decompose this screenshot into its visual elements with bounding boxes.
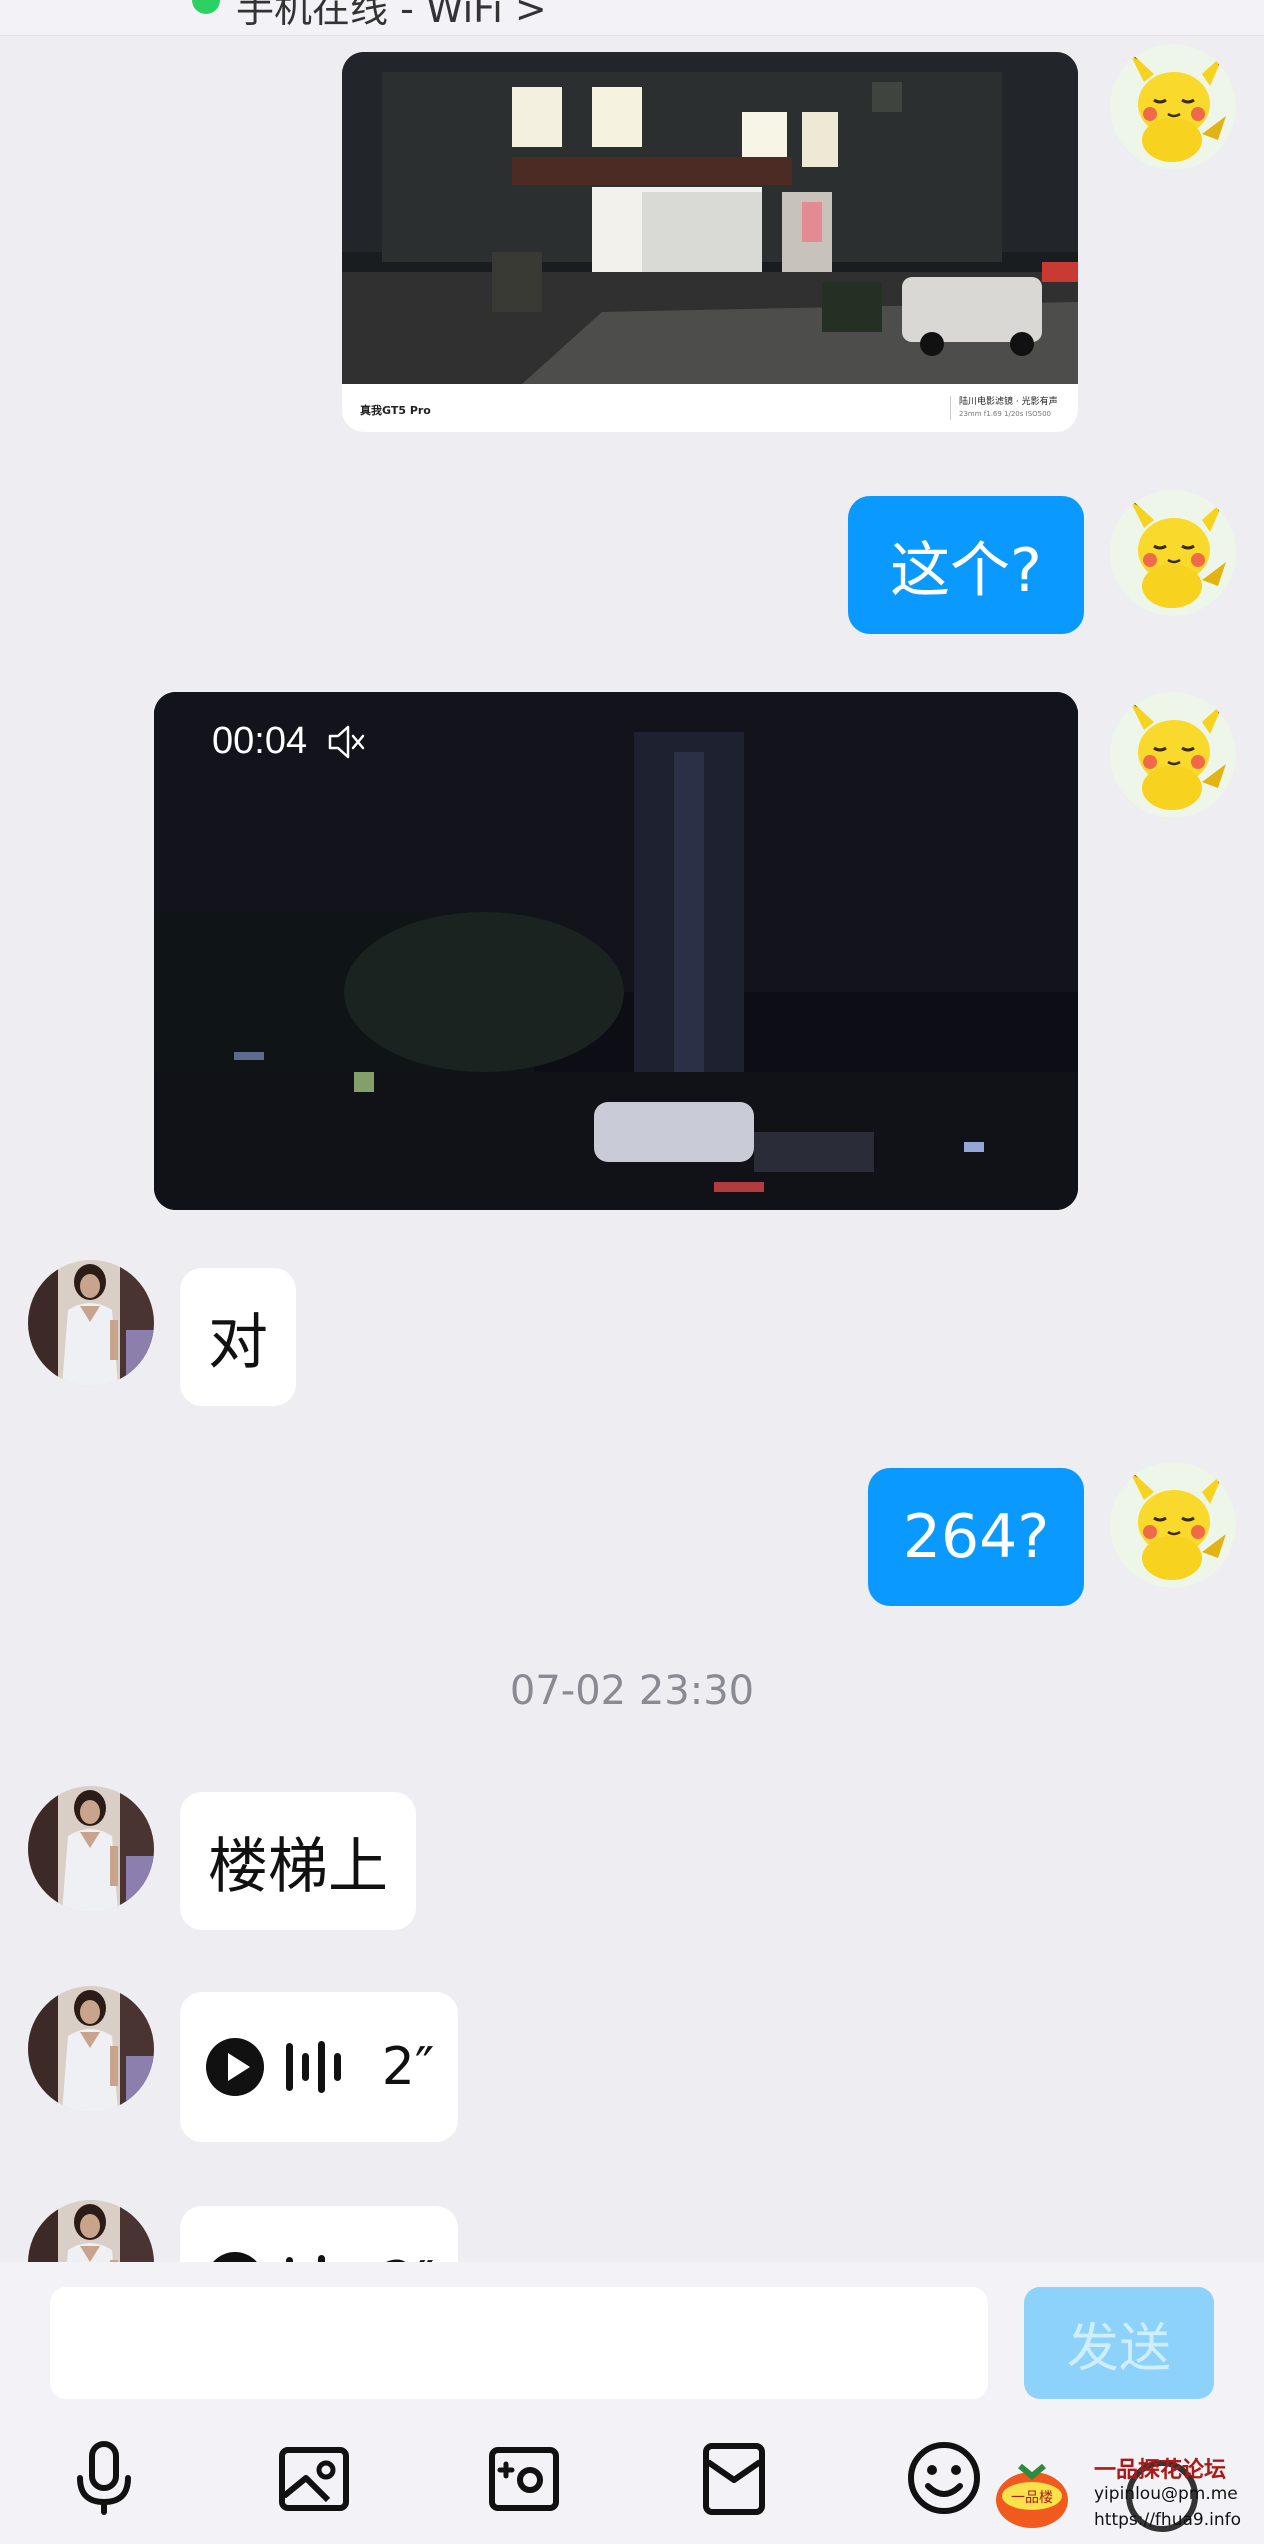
outgoing-text-bubble[interactable]: 这个?	[848, 496, 1084, 634]
night-video-thumbnail	[154, 692, 1078, 1210]
photo-camera-label: 真我GT5 Pro	[360, 404, 431, 417]
message-input[interactable]	[50, 2287, 988, 2399]
camera-icon[interactable]	[486, 2440, 562, 2516]
night-street-photo	[342, 52, 1078, 384]
video-message[interactable]: 00:04	[154, 692, 1078, 1210]
pikachu-avatar-icon	[1110, 1462, 1236, 1588]
photo-filter-label: 陆川电影滤镜 · 光影有声 23mm f1.69 1/20s ISO500	[950, 396, 1060, 420]
incoming-text-bubble[interactable]: 楼梯上	[180, 1792, 416, 1930]
watermark-title: 一品探花论坛	[1094, 2458, 1227, 2483]
my-avatar[interactable]	[1110, 692, 1236, 818]
photo-icon[interactable]	[276, 2440, 352, 2516]
contact-avatar[interactable]	[28, 1986, 154, 2112]
pikachu-avatar-icon	[1110, 692, 1236, 818]
pikachu-avatar-icon	[1110, 44, 1236, 170]
watermark: 一品楼 一品探花论坛 yipinlou@pm.me https://fhua9.…	[990, 2452, 1260, 2544]
contact-avatar[interactable]	[28, 1786, 154, 1912]
red-packet-icon[interactable]	[696, 2440, 772, 2516]
online-status-dot	[192, 0, 220, 14]
photo-exif: 23mm f1.69 1/20s ISO500	[959, 410, 1052, 418]
woman-avatar-icon	[28, 1986, 154, 2112]
microphone-icon[interactable]	[66, 2440, 142, 2516]
muted-speaker-icon[interactable]	[326, 722, 366, 762]
play-icon[interactable]	[204, 2036, 266, 2098]
my-avatar[interactable]	[1110, 1462, 1236, 1588]
woman-avatar-icon	[28, 1260, 154, 1386]
contact-avatar[interactable]	[28, 1260, 154, 1386]
watermark-url: https://fhua9.info	[1094, 2510, 1241, 2530]
woman-avatar-icon	[28, 1786, 154, 1912]
incoming-text-bubble[interactable]: 对	[180, 1268, 296, 1406]
watermark-logo: 一品楼	[996, 2463, 1068, 2528]
photo-filter-name: 陆川电影滤镜 · 光影有声	[959, 397, 1058, 407]
emoji-icon[interactable]	[906, 2440, 982, 2516]
pikachu-avatar-icon	[1110, 490, 1236, 616]
voice-duration: 2″	[381, 2037, 435, 2097]
voice-wave-icon	[284, 2037, 344, 2097]
send-button[interactable]: 发送	[1024, 2287, 1214, 2399]
watermark-email: yipinlou@pm.me	[1094, 2484, 1238, 2504]
outgoing-text-bubble[interactable]: 264?	[868, 1468, 1084, 1606]
my-avatar[interactable]	[1110, 44, 1236, 170]
online-status-text[interactable]: 手机在线 - WiFi >	[236, 0, 547, 33]
my-avatar[interactable]	[1110, 490, 1236, 616]
video-duration: 00:04	[212, 720, 308, 762]
watermark-badge-text: 一品楼	[1011, 2490, 1053, 2506]
voice-message-bubble[interactable]: 2″	[180, 1992, 458, 2142]
image-message[interactable]: 真我GT5 Pro 陆川电影滤镜 · 光影有声 23mm f1.69 1/20s…	[342, 52, 1078, 432]
message-timestamp: 07-02 23:30	[509, 1668, 755, 1714]
chat-header: 手机在线 - WiFi >	[0, 0, 1264, 36]
